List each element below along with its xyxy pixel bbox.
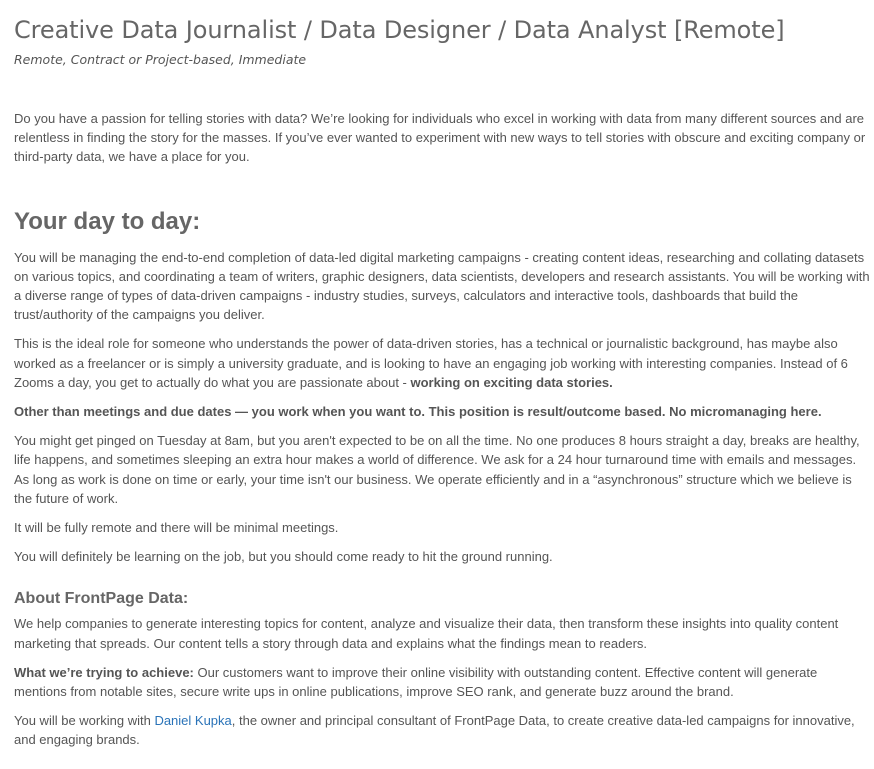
job-title: Creative Data Journalist / Data Designer… bbox=[14, 16, 785, 44]
day-to-day-paragraph-5: It will be fully remote and there will b… bbox=[14, 520, 339, 536]
day-to-day-paragraph-4: You might get pinged on Tuesday at 8am, … bbox=[14, 433, 860, 506]
about-paragraph-2: What we’re trying to achieve: Our custom… bbox=[14, 663, 872, 701]
about-paragraph-1: We help companies to generate interestin… bbox=[14, 616, 839, 651]
about-paragraph-3-before: You will be working with bbox=[14, 713, 155, 729]
day-to-day-paragraph-3: Other than meetings and due dates — you … bbox=[14, 402, 872, 421]
about-paragraph-3: You will be working with Daniel Kupka, t… bbox=[14, 711, 872, 749]
about-heading: About FrontPage Data: bbox=[14, 590, 189, 608]
day-to-day-paragraph-6: You will definitely be learning on the j… bbox=[14, 549, 553, 565]
schedule-statement: Other than meetings and due dates — you … bbox=[14, 404, 822, 420]
day-to-day-paragraph-2: This is the ideal role for someone who u… bbox=[14, 334, 872, 392]
daniel-kupka-link[interactable]: Daniel Kupka bbox=[154, 713, 231, 728]
day-to-day-heading: Your day to day: bbox=[14, 207, 201, 235]
job-subtitle: Remote, Contract or Project-based, Immed… bbox=[14, 52, 307, 67]
intro-paragraph: Do you have a passion for telling storie… bbox=[14, 111, 866, 165]
job-posting: Creative Data Journalist / Data Designer… bbox=[14, 0, 872, 750]
goal-label: What we’re trying to achieve: bbox=[14, 664, 194, 680]
day-to-day-paragraph-1: You will be managing the end-to-end comp… bbox=[14, 249, 870, 323]
day-to-day-paragraph-2-emphasis: working on exciting data stories. bbox=[410, 374, 613, 390]
